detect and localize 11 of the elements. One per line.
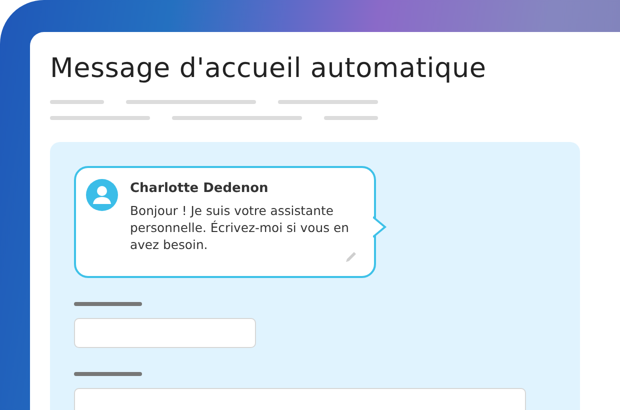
avatar-icon (86, 179, 118, 211)
label-placeholder-line (74, 302, 142, 306)
placeholder-line (50, 100, 104, 104)
input-field[interactable] (74, 318, 256, 348)
pencil-icon[interactable] (344, 250, 358, 264)
welcome-message: Bonjour ! Je suis votre assistante personnelle. Écrivez-moi si vous en avez besoin. (130, 202, 350, 253)
page-title: Message d'accueil automatique (50, 52, 488, 86)
placeholder-line (324, 116, 378, 120)
label-placeholder-line (74, 372, 142, 376)
sender-name: Charlotte Dedenon (130, 181, 270, 196)
input-field[interactable] (74, 388, 526, 410)
